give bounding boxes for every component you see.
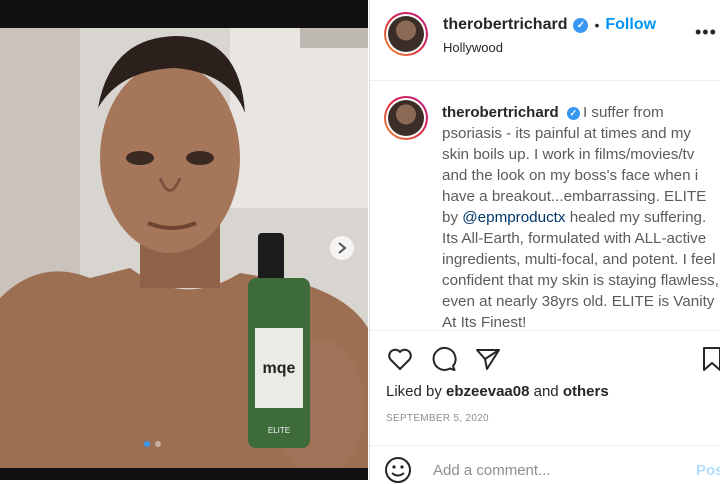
- liked-by-user-link[interactable]: ebzeevaa08: [446, 383, 529, 400]
- liked-by-others-link[interactable]: others: [563, 383, 609, 400]
- caption-username-link[interactable]: therobertrichard: [442, 104, 559, 121]
- location-link[interactable]: Hollywood: [443, 40, 503, 55]
- post-media: mqe ELITE: [0, 0, 368, 480]
- more-options-icon[interactable]: •••: [695, 22, 717, 43]
- comment-icon: [432, 346, 457, 371]
- chevron-right-icon: [338, 242, 347, 254]
- comment-button[interactable]: [430, 345, 458, 373]
- bookmark-icon: [703, 347, 720, 371]
- avatar[interactable]: [384, 12, 428, 56]
- bottle-label: mqe: [263, 360, 296, 377]
- username-link[interactable]: therobertrichard: [443, 16, 567, 34]
- post-date: SEPTEMBER 5, 2020: [386, 413, 489, 424]
- carousel-dot: [155, 441, 161, 447]
- caption-text: therobertrichard ✓ I suffer from psoriasi…: [442, 102, 720, 333]
- carousel-dot: [144, 441, 150, 447]
- liked-by-prefix: Liked by: [386, 383, 447, 400]
- comment-bar: Add a comment... Post: [370, 445, 720, 483]
- carousel-indicator: [144, 441, 161, 447]
- caption-body: I suffer from psoriasis - its painful at…: [442, 104, 707, 226]
- post-panel: therobertrichard ✓ • Follow Hollywood ••…: [369, 0, 720, 483]
- like-button[interactable]: [386, 345, 414, 373]
- share-button[interactable]: [474, 345, 502, 373]
- post-comment-button[interactable]: Post: [696, 462, 720, 479]
- heart-icon: [388, 348, 412, 370]
- save-button[interactable]: [700, 345, 720, 373]
- follow-button[interactable]: Follow: [605, 16, 656, 34]
- post-header: therobertrichard ✓ • Follow Hollywood ••…: [370, 0, 720, 81]
- bottle-brand: ELITE: [268, 426, 290, 435]
- action-section: Liked by ebzeevaa08 and others SEPTEMBER…: [370, 330, 720, 483]
- liked-by-mid: and: [529, 383, 563, 400]
- post-photo: mqe ELITE: [0, 28, 368, 468]
- verified-badge-icon: ✓: [566, 107, 580, 120]
- separator-dot: •: [594, 17, 600, 33]
- caption-avatar[interactable]: [384, 96, 428, 140]
- next-image-button[interactable]: [330, 236, 354, 260]
- header-user-row: therobertrichard ✓ • Follow: [443, 16, 656, 34]
- verified-badge-icon: ✓: [573, 17, 589, 33]
- paper-plane-icon: [476, 349, 500, 370]
- caption-body-end: healed my suffering. Its All-Earth, form…: [442, 209, 719, 331]
- mention-link[interactable]: @epmproductx: [462, 209, 565, 226]
- liked-by-text: Liked by ebzeevaa08 and others: [386, 383, 609, 400]
- comment-input[interactable]: Add a comment...: [433, 462, 551, 479]
